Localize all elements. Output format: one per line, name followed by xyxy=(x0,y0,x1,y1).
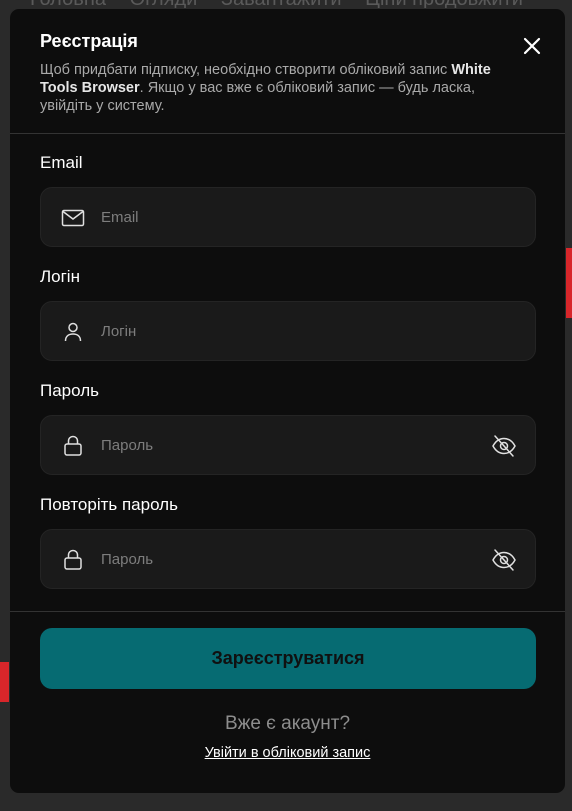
email-label: Email xyxy=(40,153,83,172)
have-account-text: Вже є акаунт? xyxy=(224,713,351,734)
user-icon xyxy=(64,322,82,342)
login-link[interactable]: Увійти в обліковий запис xyxy=(205,745,371,761)
email-input[interactable] xyxy=(101,188,461,246)
envelope-icon xyxy=(61,209,85,227)
registration-modal: Реєстрація Щоб придбати підписку, необхі… xyxy=(9,8,566,794)
email-field-wrapper xyxy=(40,187,536,247)
password-repeat-field-wrapper xyxy=(40,529,536,589)
description-text: Щоб придбати підписку, необхідно створит… xyxy=(40,62,452,78)
lock-icon xyxy=(64,549,82,570)
login-label: Логін xyxy=(40,267,80,286)
register-button[interactable]: Зареєструватися xyxy=(40,628,536,689)
eye-off-icon[interactable] xyxy=(491,434,517,458)
modal-title: Реєстрація xyxy=(40,31,138,51)
login-field-wrapper xyxy=(40,301,536,361)
login-input[interactable] xyxy=(101,302,461,360)
close-button[interactable] xyxy=(521,35,543,57)
form-divider xyxy=(10,611,565,612)
modal-header: Реєстрація Щоб придбати підписку, необхі… xyxy=(10,9,565,134)
password-repeat-label: Повторіть пароль xyxy=(40,495,178,514)
password-input[interactable] xyxy=(101,416,461,474)
close-icon xyxy=(523,37,541,55)
eye-off-icon[interactable] xyxy=(491,548,517,572)
background-red-strip-left xyxy=(0,662,9,702)
modal-description: Щоб придбати підписку, необхідно створит… xyxy=(40,61,500,115)
password-field-wrapper xyxy=(40,415,536,475)
lock-icon xyxy=(64,435,82,456)
password-repeat-input[interactable] xyxy=(101,530,461,588)
login-link-wrapper: Увійти в обліковий запис xyxy=(10,745,565,761)
password-label: Пароль xyxy=(40,381,99,400)
